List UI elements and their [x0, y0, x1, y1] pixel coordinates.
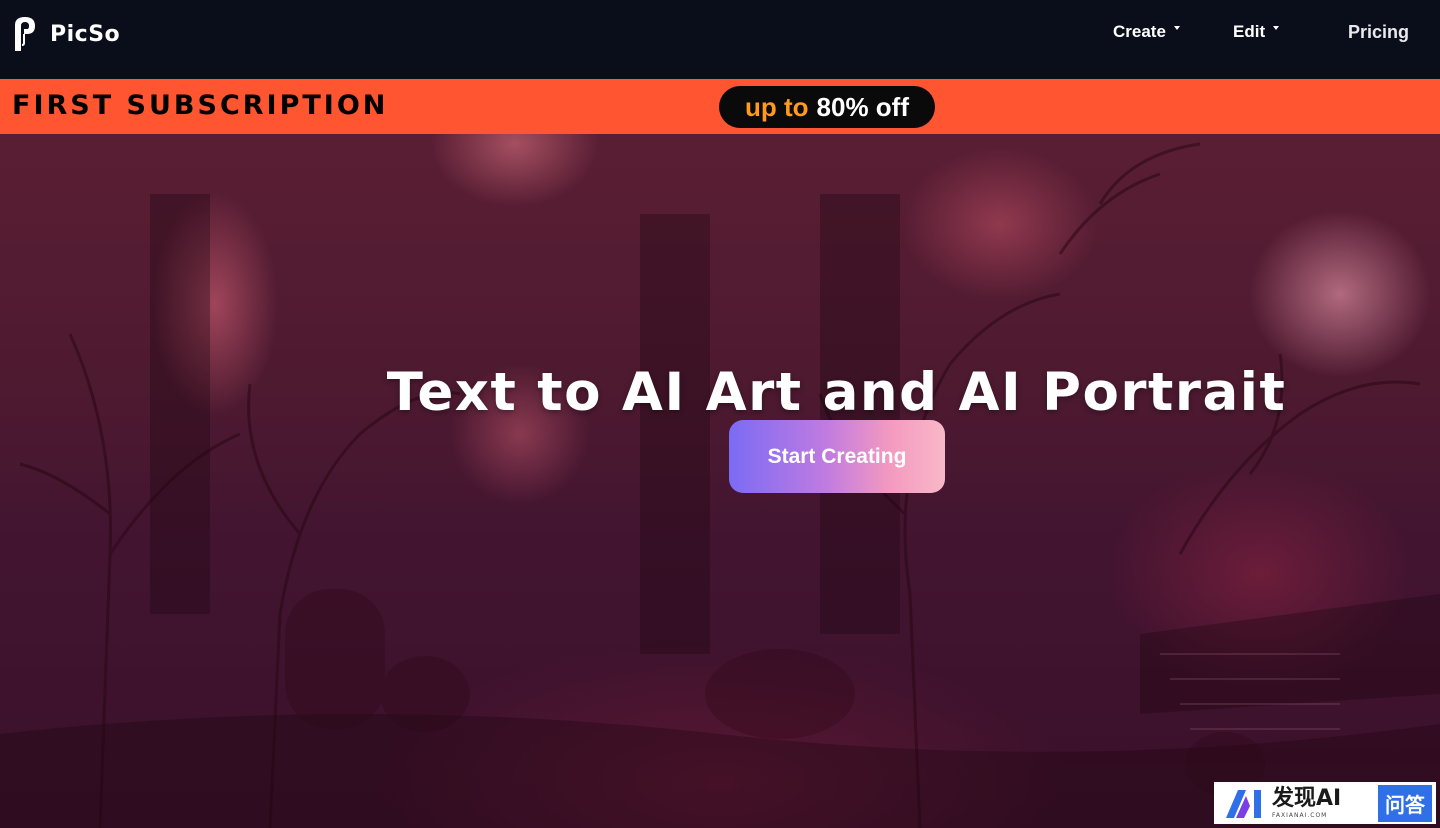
- nav-create[interactable]: Create: [1113, 22, 1180, 42]
- hero-title: Text to AI Art and AI Portrait: [386, 361, 1287, 423]
- hero-background-image: [0, 142, 1440, 828]
- promo-discount-pill[interactable]: up to 80% off: [719, 86, 935, 128]
- promo-discount-value: 80% off: [816, 91, 909, 122]
- watermark-tag: 问答: [1378, 784, 1432, 822]
- nav-edit[interactable]: Edit: [1233, 22, 1280, 42]
- hero-section: Text to AI Art and AI Portrait Start Cre…: [0, 134, 1440, 828]
- nav-pricing-label: Pricing: [1348, 22, 1410, 42]
- promo-banner[interactable]: FIRST SUBSCRIPTION up to 80% off: [0, 79, 1440, 134]
- caret-down-icon: [1173, 26, 1180, 30]
- nav-edit-label: Edit: [1233, 22, 1266, 41]
- brand-link[interactable]: PicSo: [12, 15, 120, 53]
- watermark-badge: 发现AI FAXIANAI.COM 问答: [1214, 782, 1436, 824]
- nav-pricing[interactable]: Pricing: [1348, 22, 1409, 43]
- faxianai-logo-icon: [1226, 790, 1261, 818]
- watermark-text: 发现AI FAXIANAI.COM: [1272, 785, 1342, 819]
- top-navbar: PicSo Create Edit Pricing: [0, 0, 1440, 79]
- start-creating-button[interactable]: Start Creating: [729, 420, 945, 493]
- caret-down-icon: [1273, 26, 1280, 30]
- nav-create-label: Create: [1113, 22, 1166, 41]
- watermark-main: 发现AI: [1272, 785, 1342, 811]
- picso-logo-icon: [15, 17, 35, 51]
- promo-headline: FIRST SUBSCRIPTION: [12, 90, 389, 121]
- watermark-sub: FAXIANAI.COM: [1272, 811, 1328, 819]
- promo-discount-prefix: up to: [745, 91, 809, 122]
- brand-name: PicSo: [50, 21, 121, 47]
